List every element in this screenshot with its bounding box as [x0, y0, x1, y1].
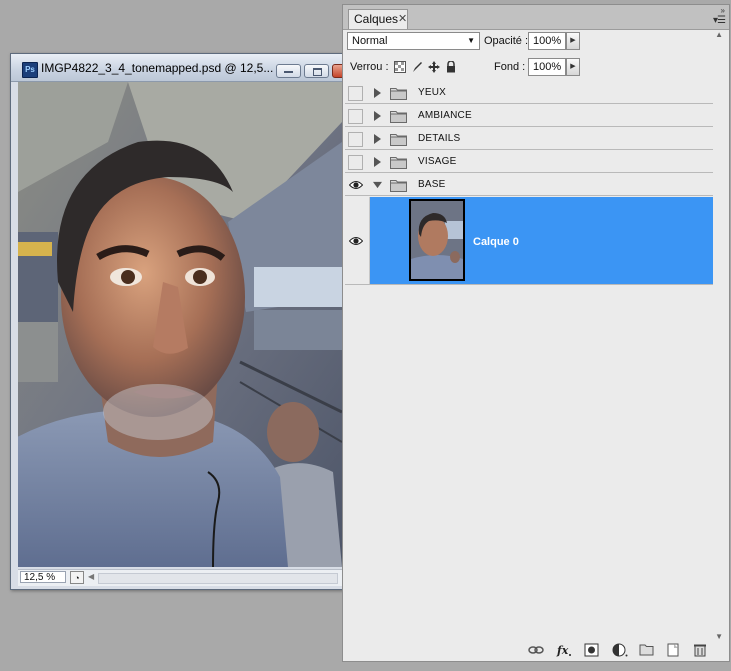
- zoom-field[interactable]: 12,5 %: [20, 571, 66, 583]
- panel-menu-icon[interactable]: ▾☰: [713, 15, 726, 26]
- document-title: IMGP4822_3_4_tonemapped.psd @ 12,5...: [41, 61, 273, 75]
- layer-group-row[interactable]: VISAGE: [345, 151, 713, 173]
- scroll-up-icon[interactable]: ▲: [715, 30, 723, 39]
- eye-icon[interactable]: [349, 236, 363, 246]
- folder-icon: [390, 111, 407, 123]
- group-name: AMBIANCE: [418, 110, 472, 121]
- visibility-toggle[interactable]: [348, 86, 363, 101]
- tab-calques[interactable]: Calques ✕: [348, 9, 408, 29]
- thumbnail-image: [411, 201, 463, 279]
- lock-pixels-icon[interactable]: [411, 61, 423, 73]
- tab-label: Calques: [354, 12, 399, 26]
- fill-label: Fond :: [494, 61, 526, 73]
- scroll-left-icon[interactable]: ◀: [88, 572, 94, 581]
- blend-mode-select[interactable]: Normal ▼: [347, 32, 480, 50]
- horizontal-scrollbar[interactable]: [98, 573, 338, 584]
- new-layer-icon[interactable]: [665, 643, 681, 657]
- folder-icon: [390, 157, 407, 169]
- fill-slider-button[interactable]: ▶: [566, 58, 580, 76]
- layer-visibility-cell[interactable]: [345, 197, 370, 284]
- group-icon[interactable]: [639, 643, 655, 657]
- group-name: YEUX: [418, 87, 447, 98]
- portrait-image: [18, 82, 342, 567]
- group-name: VISAGE: [418, 156, 457, 167]
- expand-triangle-icon[interactable]: [373, 111, 382, 121]
- layer-row-selected[interactable]: Calque 0: [345, 197, 713, 285]
- group-name: BASE: [418, 179, 446, 190]
- layer-name[interactable]: Calque 0: [473, 236, 519, 248]
- trash-icon[interactable]: [692, 643, 708, 657]
- layer-group-row-base[interactable]: BASE: [345, 174, 713, 196]
- layer-group-row[interactable]: DETAILS: [345, 128, 713, 150]
- link-icon[interactable]: [528, 643, 544, 657]
- status-menu-icon[interactable]: ◔: [70, 571, 84, 584]
- fill-input[interactable]: 100%: [528, 58, 566, 76]
- lock-position-icon[interactable]: [428, 61, 440, 73]
- lock-label: Verrou :: [350, 61, 389, 73]
- expand-triangle-icon[interactable]: [373, 157, 382, 167]
- opacity-slider-button[interactable]: ▶: [566, 32, 580, 50]
- image-canvas[interactable]: [18, 82, 342, 567]
- fx-icon[interactable]: fx: [556, 643, 572, 657]
- collapse-icon[interactable]: »: [721, 6, 725, 15]
- panel-header: Calques ✕ » ▾☰: [343, 5, 729, 30]
- photoshop-icon: Ps: [22, 62, 38, 78]
- mask-icon[interactable]: [584, 643, 600, 657]
- eye-icon[interactable]: [349, 180, 363, 190]
- folder-icon: [390, 88, 407, 100]
- group-name: DETAILS: [418, 133, 461, 144]
- document-titlebar[interactable]: Ps IMGP4822_3_4_tonemapped.psd @ 12,5...: [11, 54, 359, 82]
- layer-thumbnail[interactable]: [409, 199, 465, 281]
- blend-mode-value: Normal: [352, 35, 388, 47]
- visibility-toggle[interactable]: [348, 155, 363, 170]
- layers-panel: Calques ✕ » ▾☰ Normal ▼ Opacité : 100% ▶…: [342, 4, 730, 662]
- expand-triangle-icon[interactable]: [373, 88, 382, 98]
- visibility-toggle[interactable]: [348, 109, 363, 124]
- lock-transparent-icon[interactable]: [394, 61, 406, 73]
- collapse-triangle-icon[interactable]: [373, 180, 382, 190]
- maximize-button[interactable]: [304, 64, 329, 78]
- panel-footer: fx: [343, 639, 729, 661]
- layer-group-row[interactable]: YEUX: [345, 82, 713, 104]
- document-statusbar: 12,5 % ◔ ◀ ▶: [18, 569, 352, 586]
- layer-group-row[interactable]: AMBIANCE: [345, 105, 713, 127]
- minimize-button[interactable]: [276, 64, 301, 78]
- chevron-down-icon: ▼: [467, 36, 475, 45]
- svg-text:fx: fx: [556, 644, 569, 657]
- expand-triangle-icon[interactable]: [373, 134, 382, 144]
- opacity-label: Opacité :: [484, 35, 529, 47]
- lock-all-icon[interactable]: [445, 61, 457, 73]
- opacity-input[interactable]: 100%: [528, 32, 566, 50]
- folder-icon: [390, 180, 407, 192]
- folder-icon: [390, 134, 407, 146]
- adjustment-icon[interactable]: [612, 643, 628, 657]
- close-icon[interactable]: ✕: [398, 10, 407, 28]
- visibility-toggle[interactable]: [348, 132, 363, 147]
- document-window: Ps IMGP4822_3_4_tonemapped.psd @ 12,5...: [10, 53, 359, 590]
